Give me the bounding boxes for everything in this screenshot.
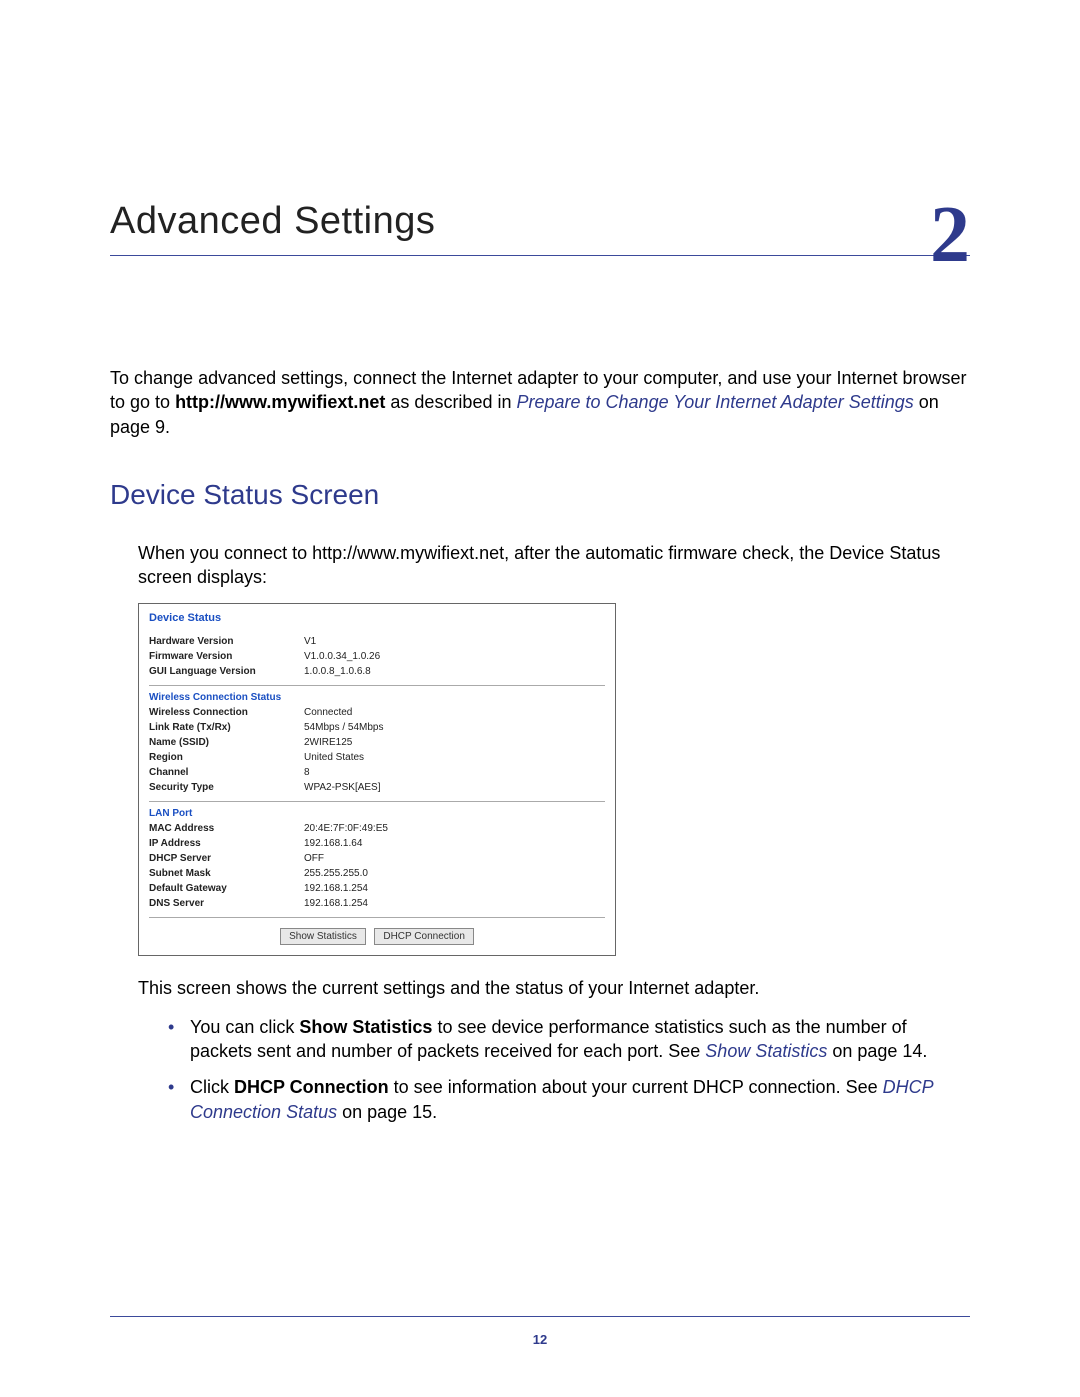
ds-label: GUI Language Version [149, 664, 304, 679]
ds-value: V1 [304, 634, 605, 649]
section-heading: Device Status Screen [110, 479, 970, 511]
bullet-text-mid: to see information about your current DH… [389, 1077, 883, 1097]
chapter-title: Advanced Settings [110, 200, 970, 243]
ds-value: V1.0.0.34_1.0.26 [304, 649, 605, 664]
table-row: RegionUnited States [149, 750, 605, 765]
bullet-bold: DHCP Connection [234, 1077, 389, 1097]
ds-label: Default Gateway [149, 881, 304, 896]
bullet-link[interactable]: Show Statistics [705, 1041, 827, 1061]
ds-label: Hardware Version [149, 634, 304, 649]
table-row: Link Rate (Tx/Rx)54Mbps / 54Mbps [149, 720, 605, 735]
table-row: Firmware VersionV1.0.0.34_1.0.26 [149, 649, 605, 664]
page-number: 12 [0, 1332, 1080, 1347]
ds-value: Connected [304, 705, 605, 720]
intro-link[interactable]: Prepare to Change Your Internet Adapter … [516, 392, 913, 412]
table-row: Subnet Mask255.255.255.0 [149, 866, 605, 881]
paragraph-after-screenshot: This screen shows the current settings a… [138, 976, 970, 1000]
ds-label: Channel [149, 765, 304, 780]
bullet-text-pre: You can click [190, 1017, 299, 1037]
wireless-section-title: Wireless Connection Status [149, 692, 605, 703]
list-item: Click DHCP Connection to see information… [168, 1075, 970, 1124]
ds-label: DHCP Server [149, 851, 304, 866]
bullet-text-pre: Click [190, 1077, 234, 1097]
table-row: Default Gateway192.168.1.254 [149, 881, 605, 896]
divider [149, 685, 605, 686]
table-row: DNS Server192.168.1.254 [149, 896, 605, 911]
divider [149, 917, 605, 918]
device-status-screenshot: Device Status Hardware VersionV1 Firmwar… [138, 603, 616, 956]
chapter-number: 2 [930, 195, 970, 275]
table-row: GUI Language Version1.0.0.8_1.0.6.8 [149, 664, 605, 679]
ds-label: Link Rate (Tx/Rx) [149, 720, 304, 735]
table-row: Wireless ConnectionConnected [149, 705, 605, 720]
ds-label: IP Address [149, 836, 304, 851]
device-status-buttons: Show Statistics DHCP Connection [149, 926, 605, 945]
intro-text-mid: as described in [385, 392, 516, 412]
table-row: Channel8 [149, 765, 605, 780]
ds-label: Wireless Connection [149, 705, 304, 720]
ds-value: 20:4E:7F:0F:49:E5 [304, 821, 605, 836]
ds-value: 192.168.1.254 [304, 881, 605, 896]
dhcp-connection-button[interactable]: DHCP Connection [374, 928, 474, 945]
ds-label: MAC Address [149, 821, 304, 836]
ds-label: Security Type [149, 780, 304, 795]
list-item: You can click Show Statistics to see dev… [168, 1015, 970, 1064]
table-row: MAC Address20:4E:7F:0F:49:E5 [149, 821, 605, 836]
ds-label: Subnet Mask [149, 866, 304, 881]
table-row: Hardware VersionV1 [149, 634, 605, 649]
ds-value: United States [304, 750, 605, 765]
intro-url: http://www.mywifiext.net [175, 392, 385, 412]
paragraph-connect: When you connect to http://www.mywifiext… [138, 541, 970, 590]
show-statistics-button[interactable]: Show Statistics [280, 928, 366, 945]
ds-value: 2WIRE125 [304, 735, 605, 750]
ds-label: Region [149, 750, 304, 765]
lan-section-title: LAN Port [149, 808, 605, 819]
ds-value: 192.168.1.254 [304, 896, 605, 911]
ds-label: Firmware Version [149, 649, 304, 664]
ds-value: WPA2-PSK[AES] [304, 780, 605, 795]
table-row: IP Address192.168.1.64 [149, 836, 605, 851]
ds-value: OFF [304, 851, 605, 866]
ds-value: 1.0.0.8_1.0.6.8 [304, 664, 605, 679]
ds-value: 192.168.1.64 [304, 836, 605, 851]
divider [149, 801, 605, 802]
ds-label: Name (SSID) [149, 735, 304, 750]
ds-value: 54Mbps / 54Mbps [304, 720, 605, 735]
bullet-text-post: on page 14. [827, 1041, 927, 1061]
chapter-header: Advanced Settings 2 [110, 200, 970, 256]
bullet-text-post: on page 15. [337, 1102, 437, 1122]
table-row: DHCP ServerOFF [149, 851, 605, 866]
intro-paragraph: To change advanced settings, connect the… [110, 366, 970, 439]
ds-value: 8 [304, 765, 605, 780]
device-status-title: Device Status [149, 612, 605, 624]
bullet-bold: Show Statistics [299, 1017, 432, 1037]
table-row: Security TypeWPA2-PSK[AES] [149, 780, 605, 795]
table-row: Name (SSID)2WIRE125 [149, 735, 605, 750]
bullet-list: You can click Show Statistics to see dev… [168, 1015, 970, 1124]
footer-rule [110, 1316, 970, 1317]
ds-label: DNS Server [149, 896, 304, 911]
ds-value: 255.255.255.0 [304, 866, 605, 881]
